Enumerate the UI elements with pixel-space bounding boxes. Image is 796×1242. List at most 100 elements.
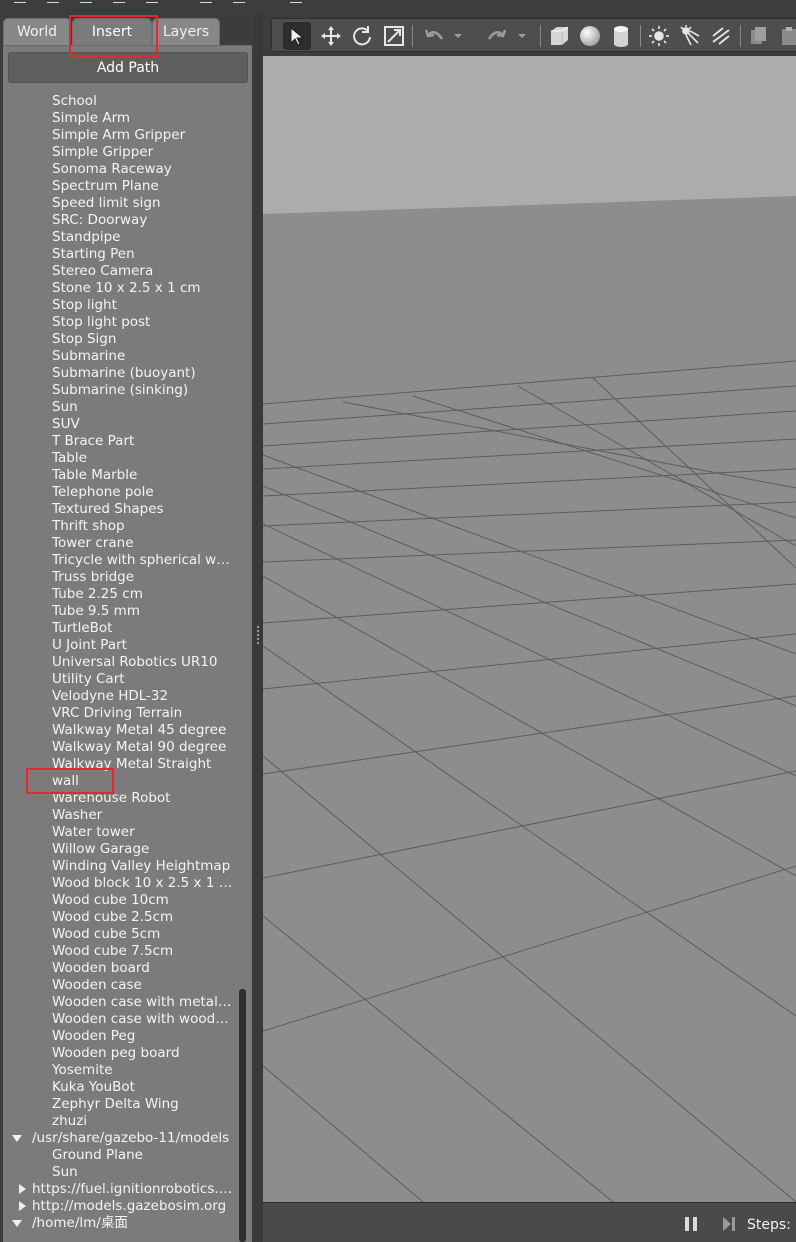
model-item-tricycle-with-spherical-wheels[interactable]: Tricycle with spherical wheels — [3, 552, 238, 569]
model-item-src-doorway[interactable]: SRC: Doorway — [3, 212, 238, 229]
model-item-walkway-metal-straight[interactable]: Walkway Metal Straight — [3, 756, 238, 773]
model-item-simple-arm-gripper[interactable]: Simple Arm Gripper — [3, 127, 238, 144]
directional-light-icon[interactable] — [709, 24, 733, 48]
model-item-kuka-youbot[interactable]: Kuka YouBot — [3, 1079, 238, 1096]
model-item-wood-cube-2-5cm[interactable]: Wood cube 2.5cm — [3, 909, 238, 926]
model-label: Wood cube 7.5cm — [52, 943, 174, 959]
model-item-simple-gripper[interactable]: Simple Gripper — [3, 144, 238, 161]
model-item-telephone-pole[interactable]: Telephone pole — [3, 484, 238, 501]
model-item-sun[interactable]: Sun — [3, 399, 238, 416]
model-item-walkway-metal-90-degree[interactable]: Walkway Metal 90 degree — [3, 739, 238, 756]
translate-icon[interactable] — [319, 24, 343, 48]
step-icon[interactable] — [721, 1216, 737, 1232]
model-item-wooden-peg[interactable]: Wooden Peg — [3, 1028, 238, 1045]
model-item-submarine-buoyant[interactable]: Submarine (buoyant) — [3, 365, 238, 382]
tab-layers[interactable]: Layers — [152, 18, 220, 45]
model-item-speed-limit-sign[interactable]: Speed limit sign — [3, 195, 238, 212]
model-item-yosemite[interactable]: Yosemite — [3, 1062, 238, 1079]
model-item-vrc-driving-terrain[interactable]: VRC Driving Terrain — [3, 705, 238, 722]
model-item-zephyr-delta-wing[interactable]: Zephyr Delta Wing — [3, 1096, 238, 1113]
model-item-wooden-case[interactable]: Wooden case — [3, 977, 238, 994]
model-item-wooden-case-with-wooden-peg[interactable]: Wooden case with wooden peg — [3, 1011, 238, 1028]
panel-splitter[interactable] — [254, 14, 263, 1241]
model-label: Wood cube 5cm — [52, 926, 161, 942]
model-item-tower-crane[interactable]: Tower crane — [3, 535, 238, 552]
model-item-ground-plane[interactable]: Ground Plane — [3, 1147, 238, 1164]
model-item-wood-block-10-x-2-5-x-1-cm[interactable]: Wood block 10 x 2.5 x 1 cm — [3, 875, 238, 892]
rotate-icon[interactable] — [350, 24, 374, 48]
model-item-stereo-camera[interactable]: Stereo Camera — [3, 263, 238, 280]
scroll-thumb[interactable] — [239, 989, 246, 1242]
model-item-tube-2-25-cm[interactable]: Tube 2.25 cm — [3, 586, 238, 603]
copy-icon[interactable] — [747, 24, 771, 48]
model-item-wood-cube-7-5cm[interactable]: Wood cube 7.5cm — [3, 943, 238, 960]
tree-scrollbar[interactable] — [238, 93, 250, 1242]
model-item-thrift-shop[interactable]: Thrift shop — [3, 518, 238, 535]
model-item-t-brace-part[interactable]: T Brace Part — [3, 433, 238, 450]
model-item-stop-sign[interactable]: Stop Sign — [3, 331, 238, 348]
scale-icon[interactable] — [382, 24, 406, 48]
model-item-spectrum-plane[interactable]: Spectrum Plane — [3, 178, 238, 195]
model-item-wooden-case-with-metal-peg[interactable]: Wooden case with metal peg — [3, 994, 238, 1011]
model-item-universal-robotics-ur10[interactable]: Universal Robotics UR10 — [3, 654, 238, 671]
model-item-table-marble[interactable]: Table Marble — [3, 467, 238, 484]
add-path-button[interactable]: Add Path — [8, 52, 248, 83]
model-item-submarine-sinking[interactable]: Submarine (sinking) — [3, 382, 238, 399]
model-item-warehouse-robot[interactable]: Warehouse Robot — [3, 790, 238, 807]
model-item-willow-garage[interactable]: Willow Garage — [3, 841, 238, 858]
model-item-water-tower[interactable]: Water tower — [3, 824, 238, 841]
undo-icon[interactable] — [422, 24, 446, 48]
model-item-simple-arm[interactable]: Simple Arm — [3, 110, 238, 127]
collapsed-arrow-icon[interactable] — [19, 1201, 26, 1211]
model-item-school[interactable]: School — [3, 93, 238, 110]
expand-arrow-icon[interactable] — [12, 1220, 22, 1227]
folder-item[interactable]: http://models.gazebosim.org — [3, 1198, 238, 1215]
collapsed-arrow-icon[interactable] — [19, 1184, 26, 1194]
cylinder-shape-icon[interactable] — [609, 24, 633, 48]
sphere-shape-icon[interactable] — [578, 24, 602, 48]
model-item-stone-10-x-2-5-x-1-cm[interactable]: Stone 10 x 2.5 x 1 cm — [3, 280, 238, 297]
redo-dropdown-icon[interactable] — [516, 24, 528, 48]
model-label: Wooden board — [52, 960, 150, 976]
folder-item[interactable]: https://fuel.ignitionrobotics.org — [3, 1181, 238, 1198]
model-item-wooden-board[interactable]: Wooden board — [3, 960, 238, 977]
undo-dropdown-icon[interactable] — [452, 24, 464, 48]
3d-viewport[interactable] — [263, 56, 796, 1202]
model-item-tube-9-5-mm[interactable]: Tube 9.5 mm — [3, 603, 238, 620]
model-item-winding-valley-heightmap[interactable]: Winding Valley Heightmap — [3, 858, 238, 875]
model-item-stop-light-post[interactable]: Stop light post — [3, 314, 238, 331]
model-item-u-joint-part[interactable]: U Joint Part — [3, 637, 238, 654]
model-item-walkway-metal-45-degree[interactable]: Walkway Metal 45 degree — [3, 722, 238, 739]
model-item-submarine[interactable]: Submarine — [3, 348, 238, 365]
folder-item[interactable]: /usr/share/gazebo-11/models — [3, 1130, 238, 1147]
redo-icon[interactable] — [485, 24, 509, 48]
expand-arrow-icon[interactable] — [12, 1135, 22, 1142]
folder-item[interactable]: /home/lm/桌面 — [3, 1215, 238, 1232]
pause-icon[interactable] — [683, 1216, 699, 1232]
select-arrow-icon[interactable] — [283, 22, 311, 50]
model-item-sonoma-raceway[interactable]: Sonoma Raceway — [3, 161, 238, 178]
spot-light-icon[interactable] — [678, 24, 702, 48]
model-item-standpipe[interactable]: Standpipe — [3, 229, 238, 246]
model-item-turtlebot[interactable]: TurtleBot — [3, 620, 238, 637]
model-item-textured-shapes[interactable]: Textured Shapes — [3, 501, 238, 518]
paste-icon[interactable] — [777, 24, 796, 48]
tab-world[interactable]: World — [3, 18, 71, 45]
tab-insert[interactable]: Insert — [72, 18, 152, 45]
model-item-starting-pen[interactable]: Starting Pen — [3, 246, 238, 263]
model-item-wooden-peg-board[interactable]: Wooden peg board — [3, 1045, 238, 1062]
point-light-icon[interactable] — [647, 24, 671, 48]
model-item-utility-cart[interactable]: Utility Cart — [3, 671, 238, 688]
model-item-sun[interactable]: Sun — [3, 1164, 238, 1181]
model-item-table[interactable]: Table — [3, 450, 238, 467]
box-shape-icon[interactable] — [547, 24, 571, 48]
model-item-washer[interactable]: Washer — [3, 807, 238, 824]
model-item-velodyne-hdl-32[interactable]: Velodyne HDL-32 — [3, 688, 238, 705]
model-item-stop-light[interactable]: Stop light — [3, 297, 238, 314]
model-item-truss-bridge[interactable]: Truss bridge — [3, 569, 238, 586]
model-item-zhuzi[interactable]: zhuzi — [3, 1113, 238, 1130]
model-item-wood-cube-10cm[interactable]: Wood cube 10cm — [3, 892, 238, 909]
model-item-suv[interactable]: SUV — [3, 416, 238, 433]
model-item-wall[interactable]: wall — [3, 773, 238, 790]
model-item-wood-cube-5cm[interactable]: Wood cube 5cm — [3, 926, 238, 943]
